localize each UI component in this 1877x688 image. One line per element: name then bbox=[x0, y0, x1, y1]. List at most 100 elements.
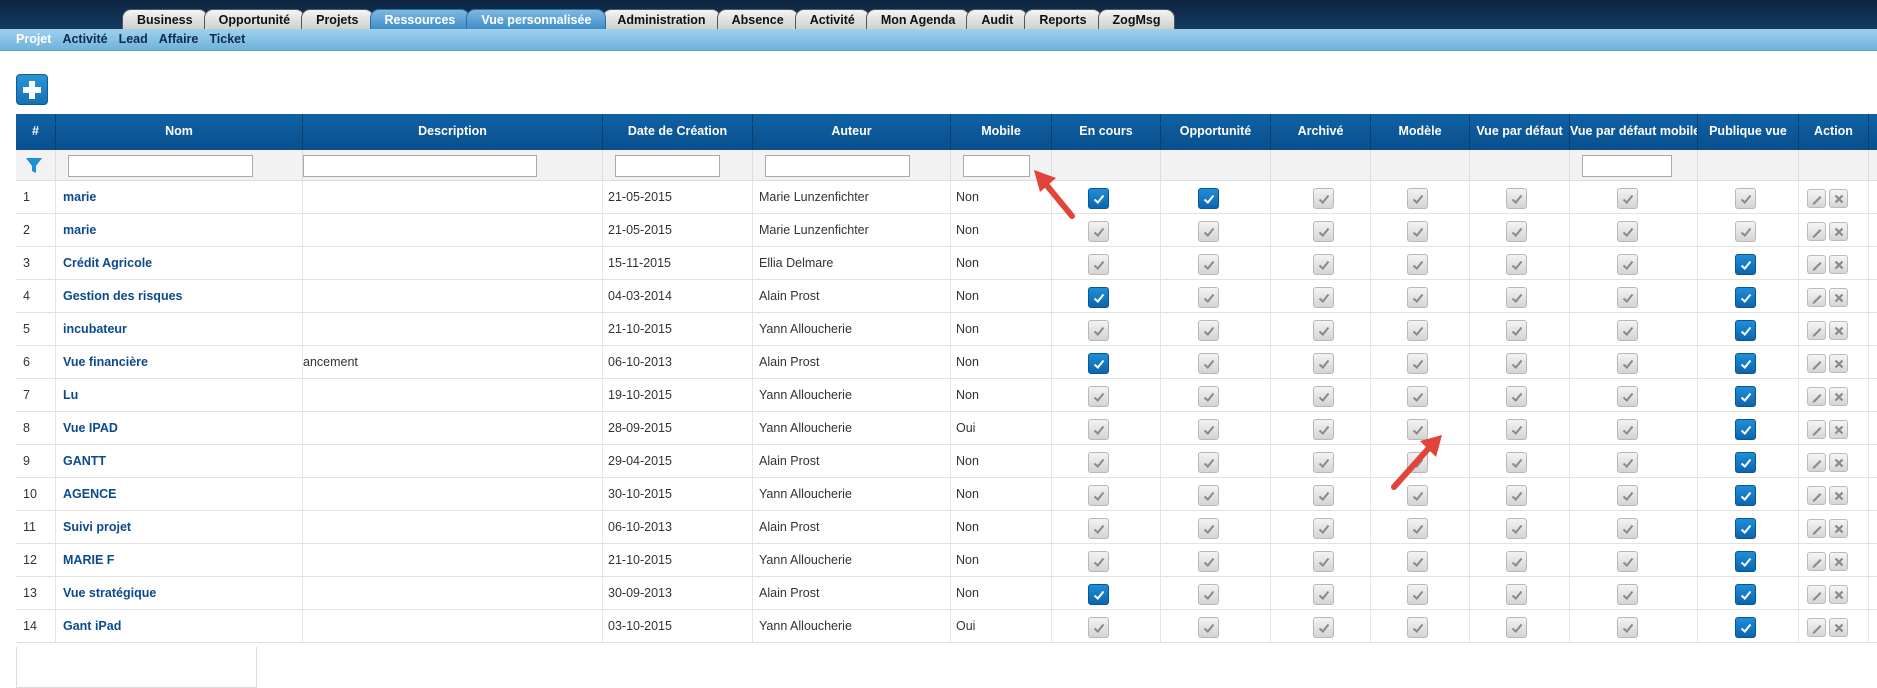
tab-activite[interactable]: Activité bbox=[794, 9, 870, 29]
checkbox-vue-defaut[interactable] bbox=[1506, 320, 1527, 341]
tab-absence[interactable]: Absence bbox=[716, 9, 799, 29]
edit-button[interactable] bbox=[1807, 222, 1826, 241]
checkbox-en-cours[interactable] bbox=[1088, 452, 1109, 473]
checkbox-vue-defaut-mobile[interactable] bbox=[1617, 320, 1638, 341]
checkbox-en-cours[interactable] bbox=[1088, 221, 1109, 242]
checkbox-opportunite[interactable] bbox=[1198, 386, 1219, 407]
filter-input-description[interactable] bbox=[303, 155, 537, 177]
project-name-link[interactable]: marie bbox=[56, 214, 303, 246]
checkbox-en-cours[interactable] bbox=[1088, 551, 1109, 572]
edit-button[interactable] bbox=[1807, 255, 1826, 274]
subnav-item-lead[interactable]: Lead bbox=[119, 32, 148, 46]
checkbox-vue-defaut-mobile[interactable] bbox=[1617, 452, 1638, 473]
checkbox-publique[interactable] bbox=[1735, 584, 1756, 605]
checkbox-modele[interactable] bbox=[1407, 518, 1428, 539]
delete-button[interactable] bbox=[1829, 519, 1848, 538]
checkbox-en-cours[interactable] bbox=[1088, 320, 1109, 341]
checkbox-archive[interactable] bbox=[1313, 320, 1334, 341]
delete-button[interactable] bbox=[1829, 618, 1848, 637]
checkbox-archive[interactable] bbox=[1313, 353, 1334, 374]
project-name-link[interactable]: Suivi projet bbox=[56, 511, 303, 543]
column-header-publique-vue[interactable]: Publique vue bbox=[1698, 114, 1799, 150]
checkbox-vue-defaut[interactable] bbox=[1506, 353, 1527, 374]
checkbox-opportunite[interactable] bbox=[1198, 452, 1219, 473]
delete-button[interactable] bbox=[1829, 321, 1848, 340]
checkbox-opportunite[interactable] bbox=[1198, 518, 1219, 539]
checkbox-en-cours[interactable] bbox=[1088, 353, 1109, 374]
edit-button[interactable] bbox=[1807, 486, 1826, 505]
checkbox-publique[interactable] bbox=[1735, 188, 1756, 209]
checkbox-vue-defaut-mobile[interactable] bbox=[1617, 221, 1638, 242]
column-header-date-de-creation[interactable]: Date de Création bbox=[603, 114, 753, 150]
checkbox-vue-defaut[interactable] bbox=[1506, 287, 1527, 308]
checkbox-en-cours[interactable] bbox=[1088, 188, 1109, 209]
checkbox-vue-defaut-mobile[interactable] bbox=[1617, 518, 1638, 539]
checkbox-vue-defaut[interactable] bbox=[1506, 485, 1527, 506]
delete-button[interactable] bbox=[1829, 453, 1848, 472]
checkbox-vue-defaut[interactable] bbox=[1506, 221, 1527, 242]
checkbox-modele[interactable] bbox=[1407, 254, 1428, 275]
checkbox-publique[interactable] bbox=[1735, 320, 1756, 341]
checkbox-opportunite[interactable] bbox=[1198, 221, 1219, 242]
delete-button[interactable] bbox=[1829, 420, 1848, 439]
filter-input-date-de-creation[interactable] bbox=[615, 155, 720, 177]
tab-audit[interactable]: Audit bbox=[966, 9, 1029, 29]
project-name-link[interactable]: Vue financière bbox=[56, 346, 303, 378]
checkbox-archive[interactable] bbox=[1313, 617, 1334, 638]
delete-button[interactable] bbox=[1829, 486, 1848, 505]
checkbox-opportunite[interactable] bbox=[1198, 353, 1219, 374]
edit-button[interactable] bbox=[1807, 321, 1826, 340]
subnav-item-affaire[interactable]: Affaire bbox=[159, 32, 199, 46]
checkbox-en-cours[interactable] bbox=[1088, 617, 1109, 638]
tab-business[interactable]: Business bbox=[122, 9, 208, 29]
checkbox-archive[interactable] bbox=[1313, 254, 1334, 275]
checkbox-en-cours[interactable] bbox=[1088, 254, 1109, 275]
checkbox-archive[interactable] bbox=[1313, 485, 1334, 506]
checkbox-archive[interactable] bbox=[1313, 221, 1334, 242]
checkbox-opportunite[interactable] bbox=[1198, 485, 1219, 506]
tab-mon-agenda[interactable]: Mon Agenda bbox=[865, 9, 971, 29]
edit-button[interactable] bbox=[1807, 387, 1826, 406]
delete-button[interactable] bbox=[1829, 552, 1848, 571]
checkbox-publique[interactable] bbox=[1735, 287, 1756, 308]
tab-vue-personnalisee[interactable]: Vue personnalisée bbox=[466, 9, 607, 29]
project-name-link[interactable]: Crédit Agricole bbox=[56, 247, 303, 279]
checkbox-vue-defaut-mobile[interactable] bbox=[1617, 584, 1638, 605]
checkbox-vue-defaut-mobile[interactable] bbox=[1617, 287, 1638, 308]
checkbox-vue-defaut[interactable] bbox=[1506, 518, 1527, 539]
delete-button[interactable] bbox=[1829, 189, 1848, 208]
checkbox-publique[interactable] bbox=[1735, 617, 1756, 638]
checkbox-vue-defaut[interactable] bbox=[1506, 188, 1527, 209]
checkbox-publique[interactable] bbox=[1735, 518, 1756, 539]
edit-button[interactable] bbox=[1807, 552, 1826, 571]
subnav-item-ticket[interactable]: Ticket bbox=[209, 32, 245, 46]
checkbox-vue-defaut-mobile[interactable] bbox=[1617, 386, 1638, 407]
edit-button[interactable] bbox=[1807, 519, 1826, 538]
checkbox-vue-defaut[interactable] bbox=[1506, 617, 1527, 638]
checkbox-en-cours[interactable] bbox=[1088, 485, 1109, 506]
funnel-icon[interactable] bbox=[25, 157, 43, 175]
subnav-item-activite[interactable]: Activité bbox=[62, 32, 107, 46]
project-name-link[interactable]: Gestion des risques bbox=[56, 280, 303, 312]
checkbox-modele[interactable] bbox=[1407, 188, 1428, 209]
checkbox-publique[interactable] bbox=[1735, 386, 1756, 407]
tab-ressources[interactable]: Ressources bbox=[369, 9, 471, 29]
tab-opportunite[interactable]: Opportunité bbox=[203, 9, 306, 29]
checkbox-vue-defaut[interactable] bbox=[1506, 254, 1527, 275]
checkbox-archive[interactable] bbox=[1313, 584, 1334, 605]
filter-input-nom[interactable] bbox=[68, 155, 253, 177]
subnav-item-projet[interactable]: Projet bbox=[16, 32, 51, 46]
checkbox-archive[interactable] bbox=[1313, 188, 1334, 209]
checkbox-modele[interactable] bbox=[1407, 221, 1428, 242]
tab-zogmsg[interactable]: ZogMsg bbox=[1097, 9, 1176, 29]
checkbox-en-cours[interactable] bbox=[1088, 287, 1109, 308]
checkbox-en-cours[interactable] bbox=[1088, 584, 1109, 605]
checkbox-vue-defaut[interactable] bbox=[1506, 584, 1527, 605]
checkbox-archive[interactable] bbox=[1313, 551, 1334, 572]
filter-input-mobile[interactable] bbox=[963, 155, 1030, 177]
checkbox-opportunite[interactable] bbox=[1198, 188, 1219, 209]
checkbox-opportunite[interactable] bbox=[1198, 584, 1219, 605]
edit-button[interactable] bbox=[1807, 354, 1826, 373]
column-header-auteur[interactable]: Auteur bbox=[753, 114, 951, 150]
edit-button[interactable] bbox=[1807, 288, 1826, 307]
